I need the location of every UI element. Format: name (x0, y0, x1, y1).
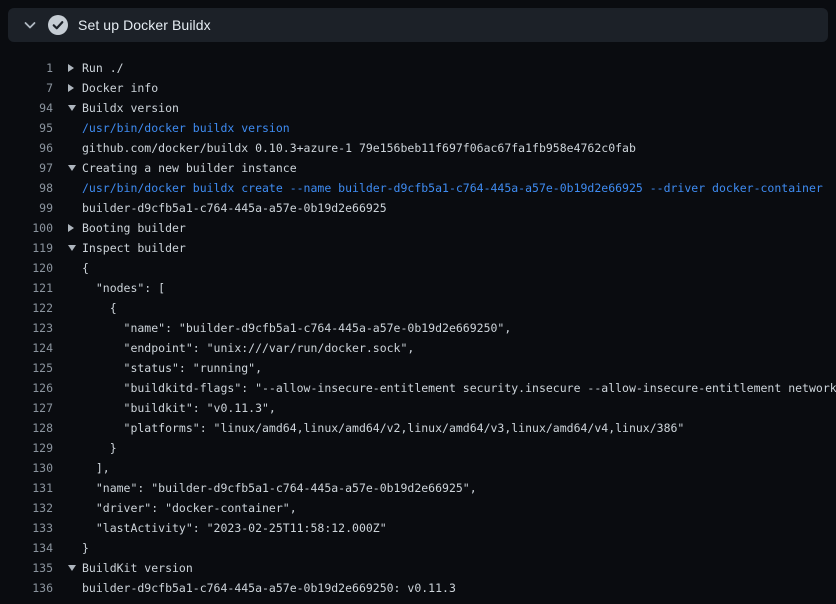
log-text: "nodes": [ (82, 281, 165, 295)
line-number[interactable]: 7 (0, 81, 53, 95)
log-text: Docker info (82, 81, 158, 95)
log-line: 122 { (0, 298, 836, 318)
log-line: 131 "name": "builder-d9cfb5a1-c764-445a-… (0, 478, 836, 498)
line-number[interactable]: 129 (0, 441, 53, 455)
line-number[interactable]: 123 (0, 321, 53, 335)
log-text: builder-d9cfb5a1-c764-445a-a57e-0b19d2e6… (82, 581, 456, 595)
log-text: "platforms": "linux/amd64,linux/amd64/v2… (82, 421, 684, 435)
log-text: "buildkit": "v0.11.3", (82, 401, 276, 415)
log-text: "buildkitd-flags": "--allow-insecure-ent… (82, 381, 836, 395)
line-number[interactable]: 122 (0, 301, 53, 315)
line-number[interactable]: 133 (0, 521, 53, 535)
log-line: 136 builder-d9cfb5a1-c764-445a-a57e-0b19… (0, 578, 836, 598)
chevron-right-icon[interactable] (68, 224, 74, 232)
line-number[interactable]: 120 (0, 261, 53, 275)
log-line: 125 "status": "running", (0, 358, 836, 378)
step-header[interactable]: Set up Docker Buildx (8, 8, 828, 42)
line-number[interactable]: 128 (0, 421, 53, 435)
chevron-down-icon[interactable] (68, 245, 76, 251)
line-number[interactable]: 95 (0, 121, 53, 135)
log-line: 134 } (0, 538, 836, 558)
log-text: /usr/bin/docker buildx create --name bui… (82, 181, 823, 195)
log-line: 129 } (0, 438, 836, 458)
log-line: 127 "buildkit": "v0.11.3", (0, 398, 836, 418)
log-text: builder-d9cfb5a1-c764-445a-a57e-0b19d2e6… (82, 201, 387, 215)
line-number[interactable]: 136 (0, 581, 53, 595)
line-number[interactable]: 132 (0, 501, 53, 515)
line-number[interactable]: 99 (0, 201, 53, 215)
log-text: Buildx version (82, 101, 179, 115)
log-group-header[interactable]: 135 BuildKit version (0, 558, 836, 578)
log-line: 128 "platforms": "linux/amd64,linux/amd6… (0, 418, 836, 438)
log-text: } (82, 441, 117, 455)
line-number[interactable]: 1 (0, 61, 53, 75)
log-text: Run ./ (82, 61, 124, 75)
log-line: 98 /usr/bin/docker buildx create --name … (0, 178, 836, 198)
log-group-header[interactable]: 7 Docker info (0, 78, 836, 98)
log-line: 132 "driver": "docker-container", (0, 498, 836, 518)
log-text: "driver": "docker-container", (82, 501, 297, 515)
log-text: /usr/bin/docker buildx version (82, 121, 290, 135)
line-number[interactable]: 126 (0, 381, 53, 395)
log-lines: 1 Run ./ 7 Docker info 94 Buildx version… (0, 58, 836, 598)
log-text: } (82, 541, 89, 555)
line-number[interactable]: 127 (0, 401, 53, 415)
line-number[interactable]: 94 (0, 101, 53, 115)
line-number[interactable]: 119 (0, 241, 53, 255)
log-line: 124 "endpoint": "unix:///var/run/docker.… (0, 338, 836, 358)
log-line: 121 "nodes": [ (0, 278, 836, 298)
line-number[interactable]: 134 (0, 541, 53, 555)
chevron-down-icon[interactable] (68, 565, 76, 571)
line-number[interactable]: 96 (0, 141, 53, 155)
log-group-header[interactable]: 100 Booting builder (0, 218, 836, 238)
log-text: "name": "builder-d9cfb5a1-c764-445a-a57e… (82, 321, 511, 335)
chevron-right-icon[interactable] (68, 64, 74, 72)
line-number[interactable]: 124 (0, 341, 53, 355)
line-number[interactable]: 131 (0, 481, 53, 495)
log-line: 99 builder-d9cfb5a1-c764-445a-a57e-0b19d… (0, 198, 836, 218)
line-number[interactable]: 121 (0, 281, 53, 295)
line-number[interactable]: 135 (0, 561, 53, 575)
log-line: 133 "lastActivity": "2023-02-25T11:58:12… (0, 518, 836, 538)
chevron-down-icon[interactable] (68, 165, 76, 171)
log-text: { (82, 301, 117, 315)
line-number[interactable]: 125 (0, 361, 53, 375)
line-number[interactable]: 130 (0, 461, 53, 475)
log-text: BuildKit version (82, 561, 193, 575)
chevron-right-icon[interactable] (68, 84, 74, 92)
log-text: "status": "running", (82, 361, 262, 375)
line-number[interactable]: 100 (0, 221, 53, 235)
log-text: Inspect builder (82, 241, 186, 255)
log-line: 126 "buildkitd-flags": "--allow-insecure… (0, 378, 836, 398)
log-group-header[interactable]: 97 Creating a new builder instance (0, 158, 836, 178)
log-line: 96 github.com/docker/buildx 0.10.3+azure… (0, 138, 836, 158)
chevron-down-icon[interactable] (68, 105, 76, 111)
log-text: Booting builder (82, 221, 186, 235)
log-group-header[interactable]: 1 Run ./ (0, 58, 836, 78)
check-circle-icon (48, 15, 68, 35)
log-line: 120 { (0, 258, 836, 278)
log-text: { (82, 261, 89, 275)
log-group-header[interactable]: 119 Inspect builder (0, 238, 836, 258)
log-line: 123 "name": "builder-d9cfb5a1-c764-445a-… (0, 318, 836, 338)
line-number[interactable]: 97 (0, 161, 53, 175)
log-group-header[interactable]: 94 Buildx version (0, 98, 836, 118)
log-text: "lastActivity": "2023-02-25T11:58:12.000… (82, 521, 387, 535)
log-text: "endpoint": "unix:///var/run/docker.sock… (82, 341, 414, 355)
chevron-down-icon[interactable] (20, 15, 40, 35)
log-text: ], (82, 461, 110, 475)
log-text: "name": "builder-d9cfb5a1-c764-445a-a57e… (82, 481, 477, 495)
log-text: Creating a new builder instance (82, 161, 297, 175)
log-text: github.com/docker/buildx 0.10.3+azure-1 … (82, 141, 636, 155)
line-number[interactable]: 98 (0, 181, 53, 195)
log-line: 130 ], (0, 458, 836, 478)
step-title: Set up Docker Buildx (78, 17, 211, 33)
log-line: 95 /usr/bin/docker buildx version (0, 118, 836, 138)
